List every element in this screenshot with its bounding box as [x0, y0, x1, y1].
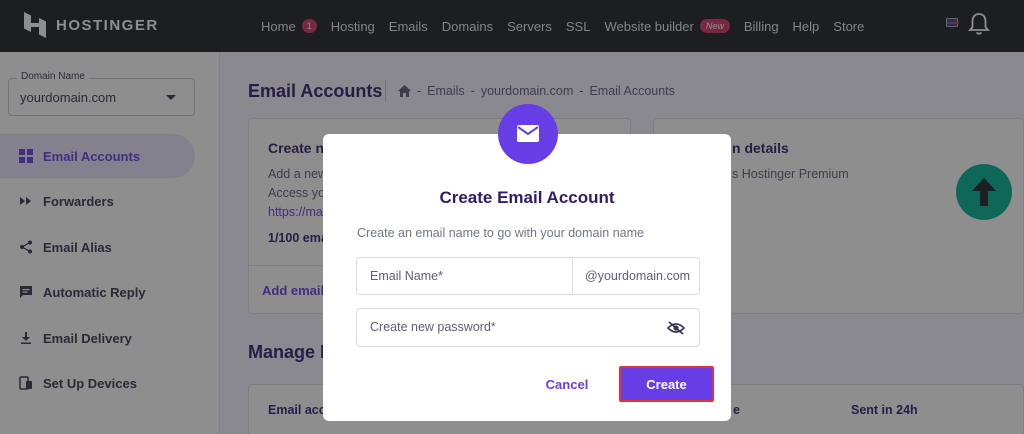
modal-badge — [498, 104, 558, 164]
email-name-field[interactable]: Email Name* @yourdomain.com — [356, 257, 700, 295]
eye-off-icon[interactable] — [667, 321, 685, 335]
password-placeholder: Create new password* — [370, 320, 496, 334]
envelope-icon — [517, 125, 539, 142]
modal-subtitle: Create an email name to go with your dom… — [357, 226, 644, 240]
password-field[interactable]: Create new password* — [356, 308, 700, 347]
create-button[interactable]: Create — [619, 366, 714, 402]
email-domain-suffix: @yourdomain.com — [585, 269, 691, 283]
cancel-button[interactable]: Cancel — [530, 368, 604, 400]
email-name-placeholder: Email Name* — [370, 269, 443, 283]
modal-title: Create Email Account — [439, 188, 615, 207]
field-divider — [572, 258, 573, 294]
